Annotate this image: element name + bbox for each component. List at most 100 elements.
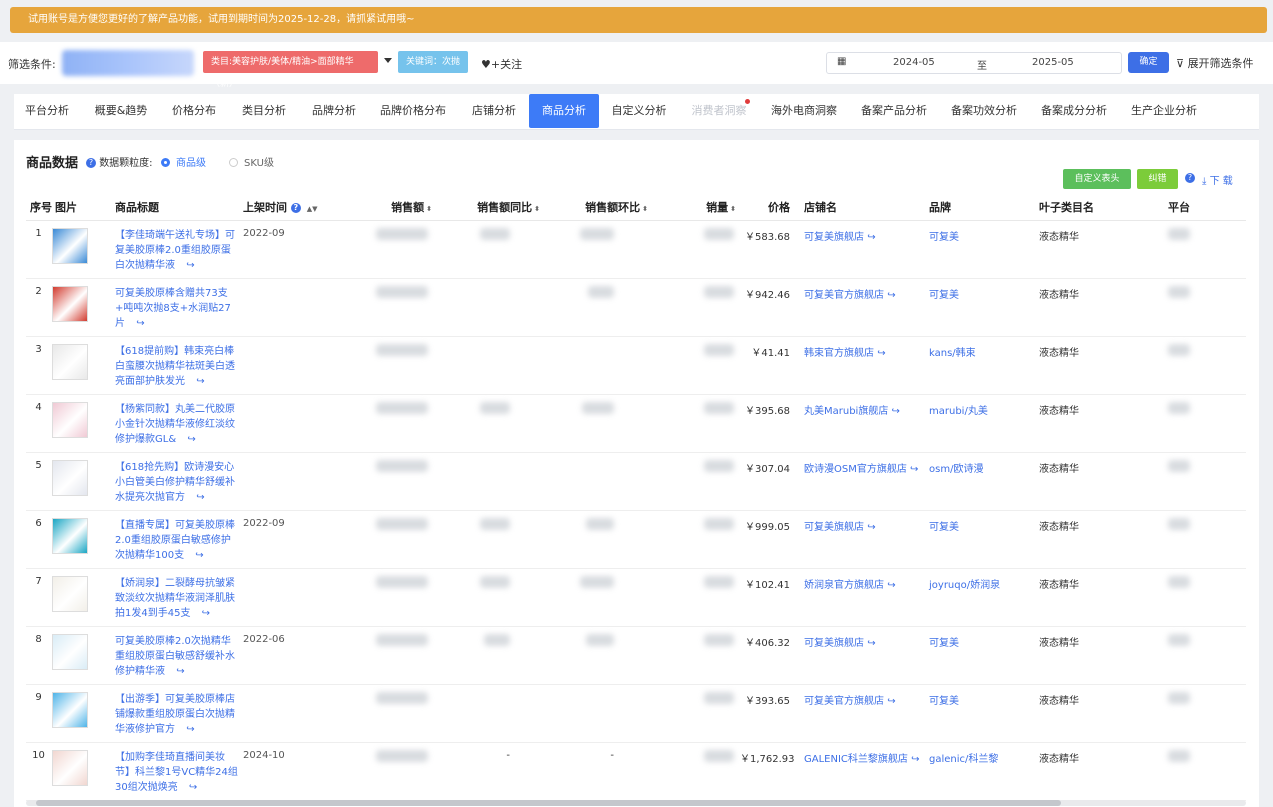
product-thumbnail[interactable]	[52, 459, 88, 496]
shop-cell[interactable]: 可复美官方旗舰店 ↪	[800, 684, 925, 743]
tab-filing-efficacy[interactable]: 备案功效分析	[942, 94, 1026, 128]
follow-button[interactable]: ♥+关注	[481, 56, 522, 72]
brand-cell[interactable]: 可复美	[925, 684, 1035, 743]
shop-link[interactable]: 可复美旗舰店	[804, 522, 864, 533]
product-title-cell[interactable]: 【李佳琦端午送礼专场】可复美胶原棒2.0重组胶原蛋白次抛精华液 ↪	[107, 220, 239, 279]
shop-link[interactable]: 韩束官方旗舰店	[804, 348, 874, 359]
keyword-tag[interactable]: 关键词：次抛	[398, 51, 468, 73]
external-link-icon[interactable]: ↪	[187, 434, 195, 445]
product-thumbnail[interactable]	[52, 285, 88, 322]
external-link-icon[interactable]: ↪	[202, 608, 210, 619]
tab-brand-price[interactable]: 品牌价格分布	[370, 94, 456, 128]
product-image-cell[interactable]	[51, 684, 107, 743]
product-title-cell[interactable]: 【出游季】可复美胶原棒店铺爆款重组胶原蛋白次抛精华液修护官方 ↪	[107, 684, 239, 743]
tab-product[interactable]: 商品分析	[529, 94, 599, 128]
product-thumbnail[interactable]	[52, 401, 88, 438]
product-image-cell[interactable]	[51, 278, 107, 337]
tab-custom[interactable]: 自定义分析	[602, 94, 676, 128]
horizontal-scrollbar[interactable]	[26, 800, 1246, 806]
product-title-link[interactable]: 【618提前购】韩束亮白棒白蛮腰次抛精华祛斑美白透亮面部护肤发光	[115, 346, 235, 387]
product-title-link[interactable]: 【李佳琦端午送礼专场】可复美胶原棒2.0重组胶原蛋白次抛精华液	[115, 230, 235, 271]
product-image-cell[interactable]	[51, 452, 107, 511]
tab-filing-ingredient[interactable]: 备案成分分析	[1032, 94, 1116, 128]
product-thumbnail[interactable]	[52, 749, 88, 786]
date-from[interactable]: 2024-05	[893, 57, 935, 68]
brand-cell[interactable]: galenic/科兰黎	[925, 742, 1035, 801]
filter-input-blurred[interactable]	[62, 50, 194, 76]
shop-link[interactable]: 丸美Marubi旗舰店	[804, 406, 888, 417]
product-title-link[interactable]: 【直播专属】可复美胶原棒2.0重组胶原蛋白敏感修护次抛精华100支	[115, 520, 235, 561]
product-title-cell[interactable]: 【娇润泉】二裂酵母抗皱紧致淡纹次抛精华液润泽肌肤拍1发4到手45支 ↪	[107, 568, 239, 627]
col-sales[interactable]: 销售额 ⬍	[331, 195, 436, 221]
product-title-link[interactable]: 【娇润泉】二裂酵母抗皱紧致淡纹次抛精华液润泽肌肤拍1发4到手45支	[115, 578, 235, 619]
brand-link[interactable]: osm/欧诗漫	[929, 464, 983, 475]
brand-cell[interactable]: marubi/丸美	[925, 394, 1035, 453]
external-link-icon[interactable]: ↪	[892, 406, 900, 417]
brand-link[interactable]: marubi/丸美	[929, 406, 988, 417]
shop-link[interactable]: 可复美官方旗舰店	[804, 290, 884, 301]
product-title-cell[interactable]: 【加购李佳琦直播间美妆节】科兰黎1号VC精华24组30组次抛焕亮 ↪	[107, 742, 239, 801]
brand-link[interactable]: galenic/科兰黎	[929, 754, 998, 765]
brand-cell[interactable]: joyruqo/娇润泉	[925, 568, 1035, 627]
external-link-icon[interactable]: ↪	[877, 348, 885, 359]
external-link-icon[interactable]: ↪	[910, 464, 918, 475]
external-link-icon[interactable]: ↪	[195, 550, 203, 561]
external-link-icon[interactable]: ↪	[136, 318, 144, 329]
shop-cell[interactable]: 娇润泉官方旗舰店 ↪	[800, 568, 925, 627]
product-title-link[interactable]: 【杨紫同款】丸美二代胶原小金针次抛精华液修红淡纹修护爆款GL&	[115, 404, 235, 445]
shop-cell[interactable]: 可复美旗舰店 ↪	[800, 626, 925, 685]
col-sales-yoy[interactable]: 销售额同比 ⬍	[436, 195, 544, 221]
shop-link[interactable]: 可复美旗舰店	[804, 232, 864, 243]
product-image-cell[interactable]	[51, 510, 107, 569]
shop-cell[interactable]: 韩束官方旗舰店 ↪	[800, 336, 925, 395]
sort-icon[interactable]: ⬍	[642, 205, 648, 213]
sort-icon[interactable]: ⬍	[534, 205, 540, 213]
tab-brand[interactable]: 品牌分析	[300, 94, 368, 128]
product-title-cell[interactable]: 【杨紫同款】丸美二代胶原小金针次抛精华液修红淡纹修护爆款GL& ↪	[107, 394, 239, 453]
tab-store[interactable]: 店铺分析	[460, 94, 528, 128]
product-title-link[interactable]: 可复美胶原棒含赠共73支+吨吨次抛8支+水润贴27片	[115, 288, 231, 329]
brand-link[interactable]: 可复美	[929, 232, 959, 243]
product-image-cell[interactable]	[51, 394, 107, 453]
external-link-icon[interactable]: ↪	[186, 724, 194, 735]
product-image-cell[interactable]	[51, 336, 107, 395]
brand-link[interactable]: 可复美	[929, 522, 959, 533]
sort-icon[interactable]: ▲▼	[307, 205, 318, 213]
tab-manufacturer[interactable]: 生产企业分析	[1122, 94, 1206, 128]
scrollbar-thumb[interactable]	[36, 800, 1061, 806]
external-link-icon[interactable]: ↪	[867, 638, 875, 649]
date-to[interactable]: 2025-05	[1032, 57, 1074, 68]
shop-link[interactable]: 欧诗漫OSM官方旗舰店	[804, 464, 907, 475]
shop-link[interactable]: 可复美官方旗舰店	[804, 696, 884, 707]
shop-cell[interactable]: GALENIC科兰黎旗舰店 ↪	[800, 742, 925, 801]
product-image-cell[interactable]	[51, 568, 107, 627]
product-title-cell[interactable]: 【直播专属】可复美胶原棒2.0重组胶原蛋白敏感修护次抛精华100支 ↪	[107, 510, 239, 569]
external-link-icon[interactable]: ↪	[887, 696, 895, 707]
product-thumbnail[interactable]	[52, 343, 88, 380]
radio-product-level[interactable]: 商品级	[161, 154, 206, 169]
brand-link[interactable]: 可复美	[929, 696, 959, 707]
shop-link[interactable]: 娇润泉官方旗舰店	[804, 580, 884, 591]
custom-header-button[interactable]: 自定义表头	[1063, 169, 1131, 189]
shop-cell[interactable]: 可复美旗舰店 ↪	[800, 220, 925, 279]
chevron-down-icon[interactable]	[384, 58, 392, 63]
tab-price[interactable]: 价格分布	[160, 94, 228, 128]
brand-link[interactable]: joyruqo/娇润泉	[929, 580, 1000, 591]
shop-cell[interactable]: 丸美Marubi旗舰店 ↪	[800, 394, 925, 453]
product-title-cell[interactable]: 【618提前购】韩束亮白棒白蛮腰次抛精华祛斑美白透亮面部护肤发光 ↪	[107, 336, 239, 395]
sort-icon[interactable]: ⬍	[730, 205, 736, 213]
external-link-icon[interactable]: ↪	[887, 580, 895, 591]
brand-cell[interactable]: osm/欧诗漫	[925, 452, 1035, 511]
tab-overseas[interactable]: 海外电商洞察	[762, 94, 846, 128]
external-link-icon[interactable]: ↪	[189, 782, 197, 793]
tab-overview[interactable]: 概要&趋势	[84, 94, 158, 128]
tab-filing-product[interactable]: 备案产品分析	[852, 94, 936, 128]
external-link-icon[interactable]: ↪	[867, 232, 875, 243]
tab-category[interactable]: 类目分析	[230, 94, 298, 128]
help-icon[interactable]: ?	[1185, 173, 1195, 183]
product-thumbnail[interactable]	[52, 633, 88, 670]
expand-filters-button[interactable]: ⊽ 展开筛选条件	[1176, 55, 1254, 71]
sort-icon[interactable]: ⬍	[426, 205, 432, 213]
brand-cell[interactable]: 可复美	[925, 626, 1035, 685]
external-link-icon[interactable]: ↪	[887, 290, 895, 301]
